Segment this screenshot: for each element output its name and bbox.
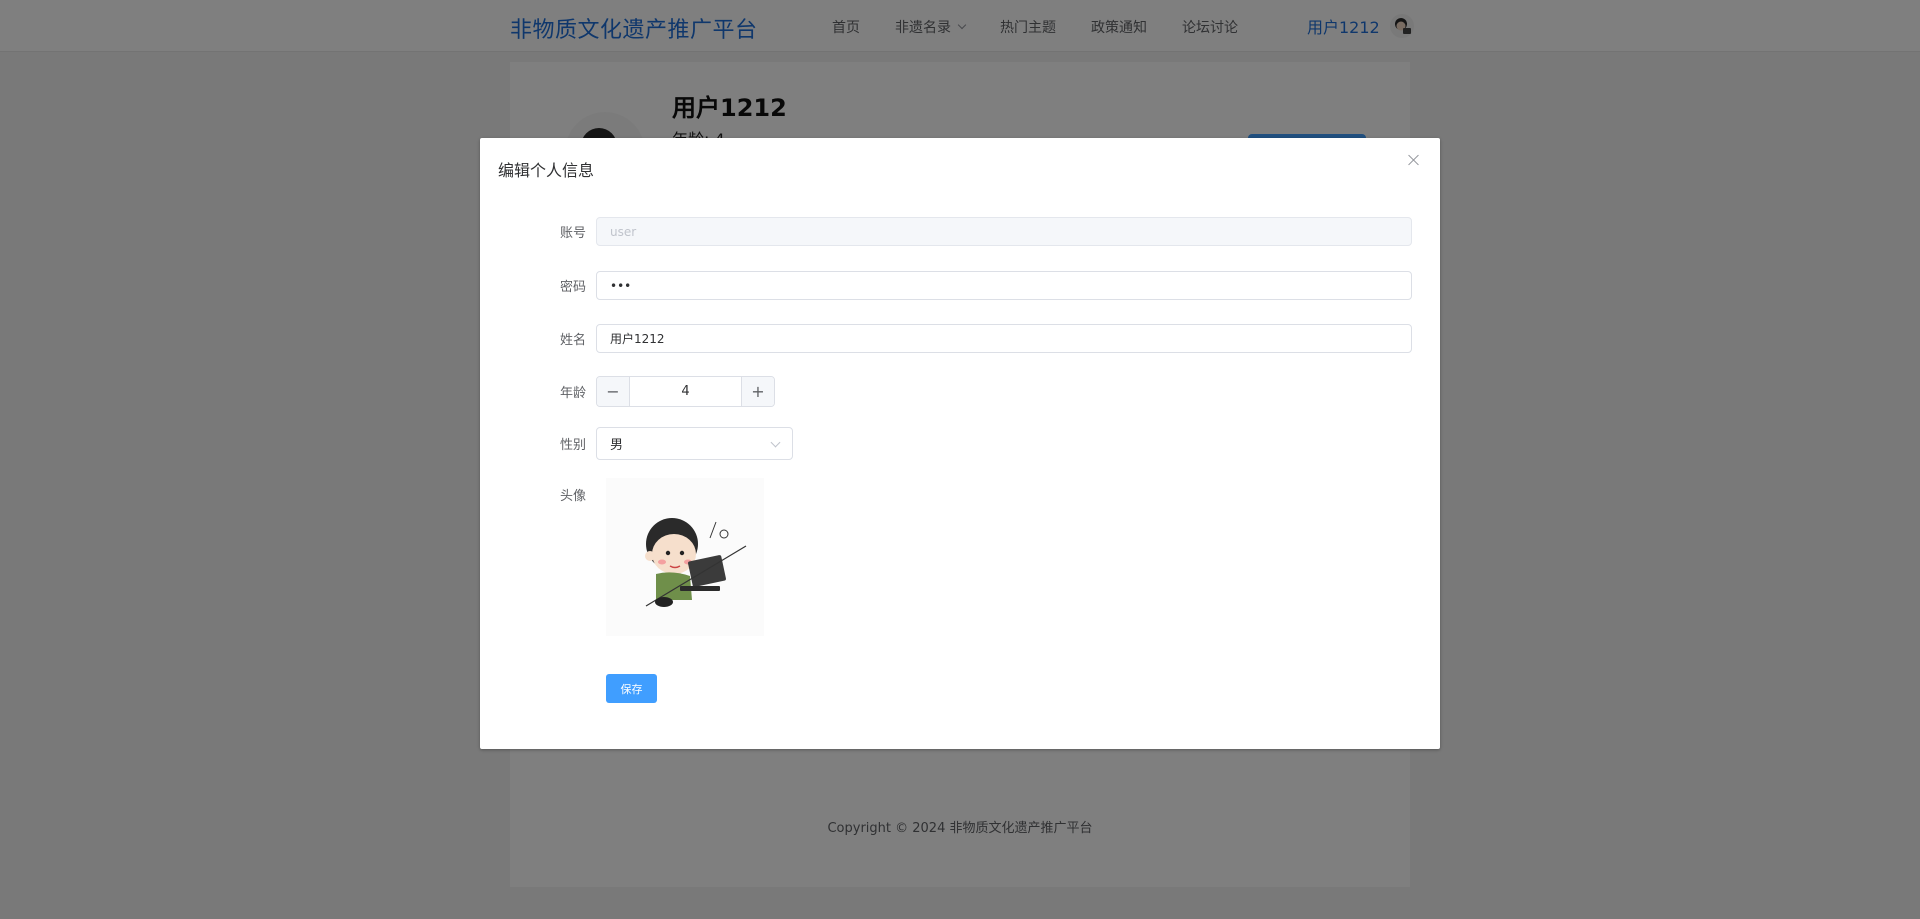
form-row-name: 姓名 用户1212 bbox=[480, 324, 1412, 353]
close-icon[interactable] bbox=[1406, 152, 1422, 168]
save-button[interactable]: 保存 bbox=[606, 674, 657, 703]
form-row-password: 密码 ••• bbox=[480, 271, 1412, 300]
account-label: 账号 bbox=[559, 226, 586, 241]
account-input[interactable]: user bbox=[596, 217, 1412, 246]
age-stepper: − 4 + bbox=[596, 376, 775, 407]
age-label: 年龄 bbox=[559, 386, 586, 401]
form-row-avatar: 头像 bbox=[480, 485, 596, 504]
avatar-label: 头像 bbox=[559, 489, 586, 504]
age-increase-button[interactable]: + bbox=[741, 377, 774, 406]
password-label: 密码 bbox=[559, 280, 586, 295]
gender-label: 性别 bbox=[559, 438, 586, 453]
chevron-down-icon bbox=[770, 437, 781, 448]
form-row-account: 账号 user bbox=[480, 217, 1412, 246]
avatar-image bbox=[606, 478, 764, 636]
age-value-input[interactable]: 4 bbox=[630, 377, 741, 406]
gender-select[interactable]: 男 bbox=[596, 427, 793, 460]
password-input[interactable]: ••• bbox=[596, 271, 1412, 300]
dialog-title: 编辑个人信息 bbox=[498, 161, 595, 180]
avatar-uploader[interactable] bbox=[606, 478, 764, 636]
form-row-gender: 性别 男 bbox=[480, 427, 793, 460]
form-row-age: 年龄 − 4 + bbox=[480, 376, 775, 407]
edit-profile-dialog: 编辑个人信息 账号 user 密码 ••• 姓名 用户1212 年龄 − 4 +… bbox=[480, 138, 1440, 749]
gender-select-value: 男 bbox=[610, 438, 624, 453]
name-label: 姓名 bbox=[559, 333, 586, 348]
age-decrease-button[interactable]: − bbox=[597, 377, 630, 406]
name-input[interactable]: 用户1212 bbox=[596, 324, 1412, 353]
